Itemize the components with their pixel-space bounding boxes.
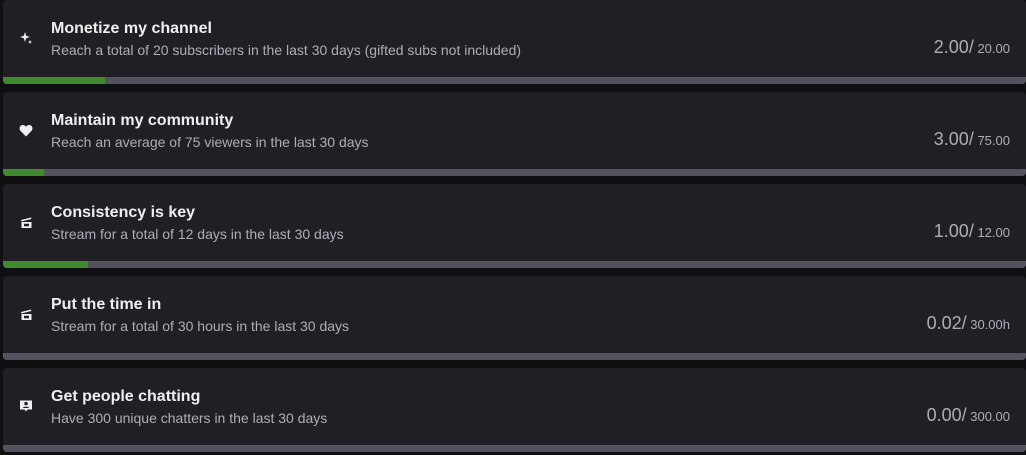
- goal-target-value: 12.00: [973, 225, 1010, 240]
- goal-title: Maintain my community: [51, 112, 234, 129]
- calendar-icon: [18, 306, 34, 322]
- goal-description: Have 300 unique chatters in the last 30 …: [51, 410, 328, 426]
- goal-title: Put the time in: [51, 296, 162, 313]
- goal-progress-text: 3.00/ 75.00: [934, 129, 1010, 151]
- progress-track: [3, 261, 1026, 268]
- progress-track: [3, 169, 1026, 176]
- goal-card-consistency[interactable]: Consistency is key Stream for a total of…: [3, 184, 1026, 268]
- goal-description: Stream for a total of 30 hours in the la…: [51, 318, 350, 334]
- goal-target-value: 30.00h: [966, 317, 1010, 332]
- progress-fill: [3, 169, 44, 176]
- heart-icon: [18, 122, 34, 138]
- goal-title: Get people chatting: [51, 388, 201, 405]
- progress-fill: [3, 353, 4, 360]
- goal-card-chatting[interactable]: Get people chatting Have 300 unique chat…: [3, 368, 1026, 452]
- goal-title: Monetize my channel: [51, 20, 212, 37]
- goal-card-monetize[interactable]: Monetize my channel Reach a total of 20 …: [3, 0, 1026, 84]
- goal-progress-text: 0.02/ 30.00h: [927, 313, 1010, 335]
- goal-target-value: 20.00: [973, 41, 1010, 56]
- goal-progress-text: 1.00/ 12.00: [934, 221, 1010, 243]
- goal-target-value: 300.00: [966, 409, 1010, 424]
- progress-fill: [3, 77, 106, 84]
- goal-current-value: 0.02: [926, 313, 962, 333]
- goal-current-value: 2.00: [933, 37, 969, 57]
- goal-description: Stream for a total of 12 days in the las…: [51, 226, 344, 242]
- goal-current-value: 3.00: [933, 129, 969, 149]
- goal-description: Reach an average of 75 viewers in the la…: [51, 134, 369, 150]
- goal-current-value: 1.00: [933, 221, 969, 241]
- goal-current-value: 0.00: [926, 405, 962, 425]
- goal-progress-text: 2.00/ 20.00: [934, 37, 1010, 59]
- progress-track: [3, 445, 1026, 452]
- progress-track: [3, 77, 1026, 84]
- goals-list: Monetize my channel Reach a total of 20 …: [0, 0, 1026, 455]
- goal-target-value: 75.00: [973, 133, 1010, 148]
- goal-card-time[interactable]: Put the time in Stream for a total of 30…: [3, 276, 1026, 360]
- goal-progress-text: 0.00/ 300.00: [927, 405, 1010, 427]
- goal-card-community[interactable]: Maintain my community Reach an average o…: [3, 92, 1026, 176]
- goal-description: Reach a total of 20 subscribers in the l…: [51, 42, 522, 58]
- calendar-icon: [18, 214, 34, 230]
- progress-fill: [3, 261, 88, 268]
- chat-icon: [18, 398, 34, 414]
- sparkle-icon: [18, 30, 34, 46]
- progress-track: [3, 353, 1026, 360]
- goal-title: Consistency is key: [51, 204, 196, 221]
